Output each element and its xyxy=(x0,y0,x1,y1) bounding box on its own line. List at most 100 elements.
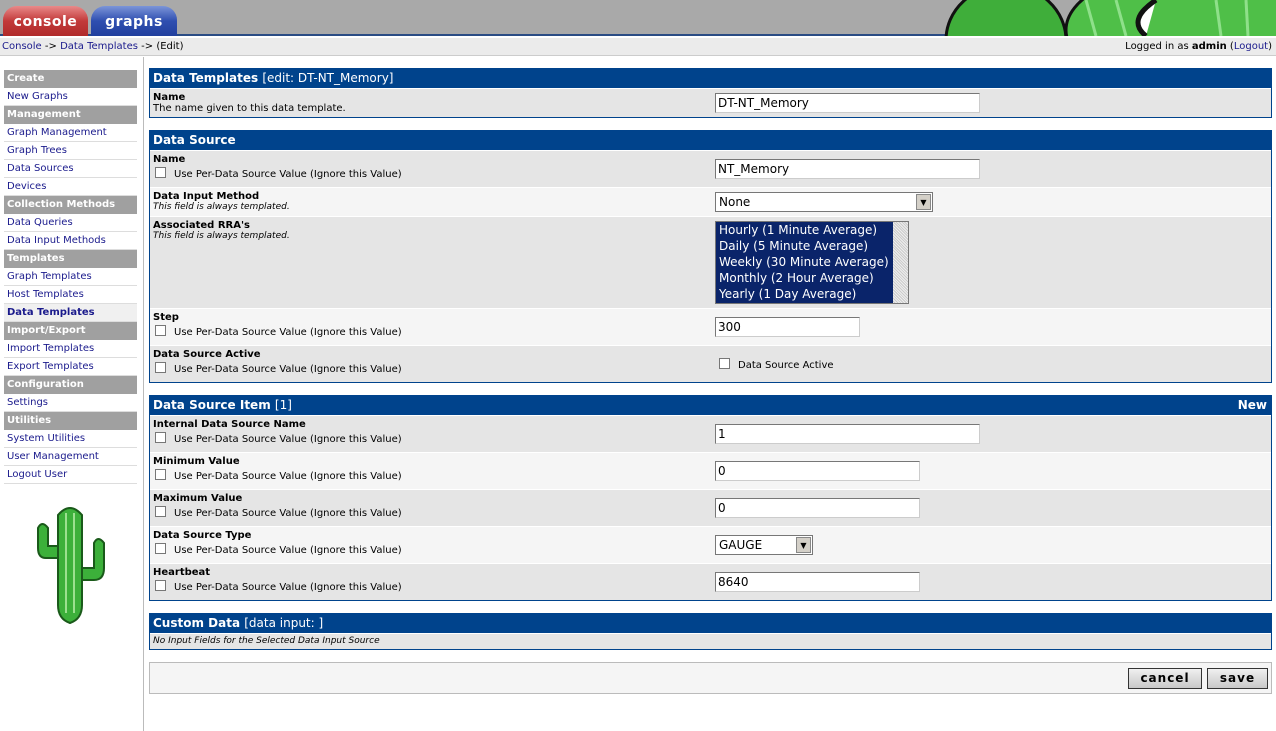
sidebar: Create New Graphs Management Graph Manageme… xyxy=(0,57,144,731)
per-data-source-checkbox[interactable] xyxy=(155,543,166,554)
breadcrumb-console[interactable]: Console xyxy=(2,41,42,52)
form-row: No Input Fields for the Selected Data In… xyxy=(150,633,1271,649)
sidebar-item-system-utilities[interactable]: System Utilities xyxy=(4,430,137,448)
login-user: admin xyxy=(1191,41,1227,52)
form-row: Internal Data Source Name Use Per-Data So… xyxy=(150,415,1271,452)
sidebar-header: Utilities xyxy=(4,412,137,430)
per-data-source-checkbox[interactable] xyxy=(155,506,166,517)
text-input[interactable]: 0 xyxy=(715,498,920,518)
field-note: This field is always templated. xyxy=(153,202,290,212)
sidebar-item-data-input-methods[interactable]: Data Input Methods xyxy=(4,232,137,250)
form-row: Data Input Method This field is always te… xyxy=(150,187,1271,216)
sidebar-item-data-queries[interactable]: Data Queries xyxy=(4,214,137,232)
tab-graphs[interactable]: graphs xyxy=(91,6,177,36)
section-data-source-item: Data Source Item [1] New Internal Data Sou… xyxy=(149,395,1272,601)
field-note: No Input Fields for the Selected Data In… xyxy=(153,636,380,646)
per-data-source-checkbox[interactable] xyxy=(155,325,166,336)
field-label-group: Maximum Value Use Per-Data Source Value (… xyxy=(153,493,402,519)
data-source-active-checkbox-group: Data Source Active xyxy=(717,358,834,371)
field-label-group: Data Source Type Use Per-Data Source Valu… xyxy=(153,530,402,556)
breadcrumb-data-templates[interactable]: Data Templates xyxy=(60,41,138,52)
rra-option[interactable]: Daily (5 Minute Average) xyxy=(719,238,908,254)
field-label-group: Name The name given to this data template… xyxy=(153,92,346,114)
sidebar-item-user-management[interactable]: User Management xyxy=(4,448,137,466)
per-data-source-checkbox[interactable] xyxy=(155,167,166,178)
per-data-source-checkbox[interactable] xyxy=(155,580,166,591)
rra-option[interactable]: Yearly (1 Day Average) xyxy=(719,286,908,302)
sidebar-item-host-templates[interactable]: Host Templates xyxy=(4,286,137,304)
sidebar-item-devices[interactable]: Devices xyxy=(4,178,137,196)
data-source-active-checkbox[interactable] xyxy=(719,358,730,369)
sidebar-item-logout-user[interactable]: Logout User xyxy=(4,466,137,484)
text-input[interactable]: DT-NT_Memory xyxy=(715,93,980,113)
field-label-group: Internal Data Source Name Use Per-Data So… xyxy=(153,419,402,445)
field-label: Data Source Active xyxy=(153,349,261,360)
section-header: Data Templates [edit: DT-NT_Memory] xyxy=(150,69,1271,88)
per-data-source-label: Use Per-Data Source Value (Ignore this V… xyxy=(174,508,402,519)
per-data-source-checkbox[interactable] xyxy=(155,362,166,373)
field-label-group: Data Input Method This field is always te… xyxy=(153,191,290,212)
per-data-source-label: Use Per-Data Source Value (Ignore this V… xyxy=(174,471,402,482)
sidebar-item-data-templates[interactable]: Data Templates xyxy=(4,304,137,322)
text-input[interactable]: 8640 xyxy=(715,572,920,592)
sidebar-item-export-templates[interactable]: Export Templates xyxy=(4,358,137,376)
form-row: Step Use Per-Data Source Value (Ignore th… xyxy=(150,308,1271,345)
text-input[interactable]: NT_Memory xyxy=(715,159,980,179)
per-data-source-label: Use Per-Data Source Value (Ignore this V… xyxy=(174,582,402,593)
save-button[interactable]: save xyxy=(1207,668,1268,689)
breadcrumb-current: (Edit) xyxy=(156,41,184,52)
text-input[interactable]: 0 xyxy=(715,461,920,481)
rra-option[interactable]: Monthly (2 Hour Average) xyxy=(719,270,908,286)
field-label-group: Associated RRA's This field is always tem… xyxy=(153,220,290,241)
field-label: Minimum Value xyxy=(153,456,240,467)
field-label-group: Heartbeat Use Per-Data Source Value (Igno… xyxy=(153,567,402,593)
per-data-source-checkbox[interactable] xyxy=(155,469,166,480)
rra-multiselect[interactable]: Hourly (1 Minute Average) Daily (5 Minute… xyxy=(715,221,909,304)
top-banner: console graphs xyxy=(0,0,1276,36)
breadcrumb: Console -> Data Templates -> (Edit) Logg… xyxy=(0,38,1276,56)
logout-link[interactable]: Logout xyxy=(1234,41,1268,52)
scrollbar[interactable] xyxy=(893,222,908,303)
tab-console[interactable]: console xyxy=(3,6,88,36)
field-label: Data Input Method xyxy=(153,191,260,202)
sidebar-header: Collection Methods xyxy=(4,196,137,214)
cancel-button[interactable]: cancel xyxy=(1128,668,1202,689)
per-data-source-label: Use Per-Data Source Value (Ignore this V… xyxy=(174,545,402,556)
form-row: Minimum Value Use Per-Data Source Value (… xyxy=(150,452,1271,489)
sidebar-item-data-sources[interactable]: Data Sources xyxy=(4,160,137,178)
field-label: Step xyxy=(153,312,179,323)
select-dropdown[interactable]: None ▼ xyxy=(715,192,933,212)
select-dropdown[interactable]: GAUGE ▼ xyxy=(715,535,813,555)
rra-option[interactable]: Weekly (30 Minute Average) xyxy=(719,254,908,270)
sidebar-item-new-graphs[interactable]: New Graphs xyxy=(4,88,137,106)
field-label-group: Name Use Per-Data Source Value (Ignore th… xyxy=(153,154,402,180)
text-input[interactable]: 1 xyxy=(715,424,980,444)
field-label: Internal Data Source Name xyxy=(153,419,306,430)
new-link[interactable]: New xyxy=(1238,396,1267,415)
section-data-source: Data Source Name Use Per-Data Source Valu… xyxy=(149,130,1272,383)
field-label: Associated RRA's xyxy=(153,220,250,231)
section-title: Data Source xyxy=(153,133,236,147)
section-title: Custom Data xyxy=(153,616,241,630)
field-label-group: No Input Fields for the Selected Data In… xyxy=(153,636,380,646)
text-input[interactable]: 300 xyxy=(715,317,860,337)
sidebar-item-graph-trees[interactable]: Graph Trees xyxy=(4,142,137,160)
field-description: The name given to this data template. xyxy=(153,103,346,114)
sidebar-header: Create xyxy=(4,70,137,88)
checkbox-label: Data Source Active xyxy=(738,360,834,371)
sidebar-item-settings[interactable]: Settings xyxy=(4,394,137,412)
sidebar-item-graph-management[interactable]: Graph Management xyxy=(4,124,137,142)
button-bar: cancel save xyxy=(149,662,1272,694)
form-row: Data Source Type Use Per-Data Source Valu… xyxy=(150,526,1271,563)
sidebar-item-graph-templates[interactable]: Graph Templates xyxy=(4,268,137,286)
breadcrumb-sep: -> xyxy=(137,41,157,52)
rra-option[interactable]: Hourly (1 Minute Average) xyxy=(719,222,908,238)
field-label: Name xyxy=(153,92,186,103)
section-custom-data: Custom Data [data input: ] No Input Field… xyxy=(149,613,1272,650)
field-note: This field is always templated. xyxy=(153,231,290,241)
main-content: Data Templates [edit: DT-NT_Memory] Name T… xyxy=(149,68,1272,694)
field-label: Maximum Value xyxy=(153,493,243,504)
per-data-source-label: Use Per-Data Source Value (Ignore this V… xyxy=(174,364,402,375)
sidebar-item-import-templates[interactable]: Import Templates xyxy=(4,340,137,358)
per-data-source-checkbox[interactable] xyxy=(155,432,166,443)
